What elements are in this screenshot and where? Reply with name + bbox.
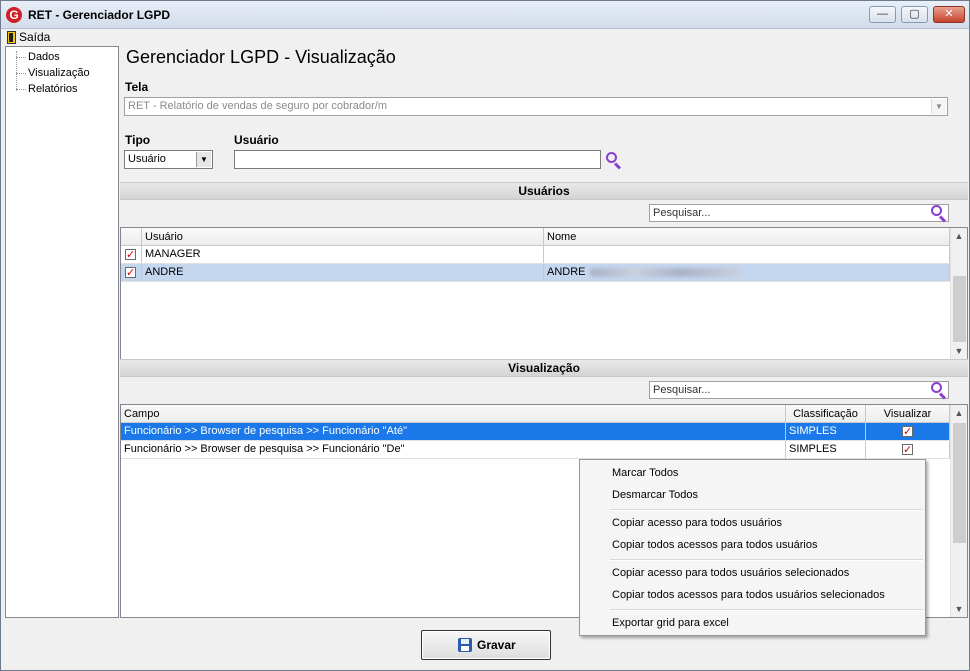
cell-usuario: MANAGER [142,246,544,263]
table-row[interactable]: Funcionário >> Browser de pesquisa >> Fu… [121,441,950,459]
menu-item-exportar-excel[interactable]: Exportar grid para excel [580,612,925,634]
tipo-select[interactable]: Usuário ▼ [124,150,213,169]
title-bar: G RET - Gerenciador LGPD — ▢ ✕ [1,1,969,29]
visualizar-checkbox[interactable] [902,442,913,458]
tree-connector [16,57,26,58]
window-title: RET - Gerenciador LGPD [28,8,171,22]
users-grid: Usuário Nome MANAGER ANDRE ANDRE ▲ ▼ [120,227,968,360]
users-grid-header: Usuário Nome [121,228,950,246]
cell-campo: Funcionário >> Browser de pesquisa >> Fu… [121,423,786,440]
scroll-down-icon[interactable]: ▼ [951,343,967,359]
chevron-down-icon[interactable]: ▼ [196,152,211,167]
tela-select-value: RET - Relatório de vendas de seguro por … [128,100,388,112]
users-search-input[interactable]: Pesquisar... [649,204,949,222]
tipo-select-value: Usuário [128,153,166,165]
nav-tree: Dados Visualização Relatórios [5,46,119,618]
menu-separator [610,609,923,611]
app-logo-icon: G [6,7,22,23]
tree-item-dados[interactable]: Dados [28,49,60,65]
scroll-thumb[interactable] [953,423,966,543]
search-icon[interactable] [930,204,948,223]
row-check-cell [121,264,142,281]
floppy-disk-icon [458,638,472,652]
table-row[interactable]: MANAGER [121,246,950,264]
cell-classificacao: SIMPLES [786,423,866,440]
cell-nome [544,246,950,263]
context-menu: Marcar Todos Desmarcar Todos Copiar aces… [579,459,926,636]
menu-bar: Saída [1,29,969,45]
menu-exit-label: Saída [19,30,51,44]
close-button[interactable]: ✕ [933,6,965,23]
maximize-button[interactable]: ▢ [901,6,928,23]
search-icon[interactable] [930,381,948,400]
menu-exit[interactable]: Saída [7,30,50,44]
minimize-button[interactable]: — [869,6,896,23]
menu-item-desmarcar-todos[interactable]: Desmarcar Todos [580,484,925,506]
view-col-visualizar[interactable]: Visualizar [866,405,950,422]
menu-item-copiar-acesso-selecionados[interactable]: Copiar acesso para todos usuários seleci… [580,562,925,584]
cell-visualizar [866,441,950,458]
view-section-header: Visualização [120,359,968,377]
users-scrollbar[interactable]: ▲ ▼ [950,228,967,359]
tela-select[interactable]: RET - Relatório de vendas de seguro por … [124,97,948,116]
menu-item-copiar-todos-acessos-selecionados[interactable]: Copiar todos acessos para todos usuários… [580,584,925,606]
save-button-label: Gravar [477,638,516,652]
menu-item-copiar-todos-acessos-todos[interactable]: Copiar todos acessos para todos usuários [580,534,925,556]
page-title: Gerenciador LGPD - Visualização [126,47,396,67]
users-grid-check-header [121,228,142,245]
redacted-surname [589,267,740,277]
menu-item-marcar-todos[interactable]: Marcar Todos [580,462,925,484]
cell-campo: Funcionário >> Browser de pesquisa >> Fu… [121,441,786,458]
tree-connector [16,89,26,90]
tela-label: Tela [125,80,149,94]
tree-connector [16,73,26,74]
view-col-classificacao[interactable]: Classificação [786,405,866,422]
users-section-header: Usuários [120,182,968,200]
usuario-input[interactable] [234,150,601,169]
tree-item-visualizacao[interactable]: Visualização [28,65,90,81]
cell-classificacao: SIMPLES [786,441,866,458]
view-col-campo[interactable]: Campo [121,405,786,422]
save-button[interactable]: Gravar [421,630,551,660]
cell-nome: ANDRE [547,266,586,278]
scroll-up-icon[interactable]: ▲ [951,228,967,244]
tree-item-relatorios[interactable]: Relatórios [28,81,78,97]
cell-nome-wrap: ANDRE [544,264,950,281]
visualizar-checkbox[interactable] [902,424,913,440]
scroll-up-icon[interactable]: ▲ [951,405,967,421]
view-search-input[interactable]: Pesquisar... [649,381,949,399]
cell-visualizar [866,423,950,440]
cell-usuario: ANDRE [142,264,544,281]
table-row[interactable]: Funcionário >> Browser de pesquisa >> Fu… [121,423,950,441]
exit-door-icon [7,30,16,44]
usuario-label: Usuário [234,133,279,147]
search-icon[interactable] [605,151,623,170]
users-col-nome[interactable]: Nome [544,228,950,245]
users-col-usuario[interactable]: Usuário [142,228,544,245]
view-scrollbar[interactable]: ▲ ▼ [950,405,967,617]
row-checkbox[interactable] [125,265,136,281]
menu-item-copiar-acesso-todos[interactable]: Copiar acesso para todos usuários [580,512,925,534]
tipo-label: Tipo [125,133,151,147]
table-row[interactable]: ANDRE ANDRE [121,264,950,282]
scroll-thumb[interactable] [953,276,966,342]
scroll-down-icon[interactable]: ▼ [951,601,967,617]
view-grid-header: Campo Classificação Visualizar [121,405,950,423]
menu-separator [610,559,923,561]
main-window: G RET - Gerenciador LGPD — ▢ ✕ Saída Dad… [0,0,970,671]
row-check-cell [121,246,142,263]
menu-separator [610,509,923,511]
row-checkbox[interactable] [125,247,136,263]
chevron-down-icon[interactable]: ▼ [931,99,946,114]
